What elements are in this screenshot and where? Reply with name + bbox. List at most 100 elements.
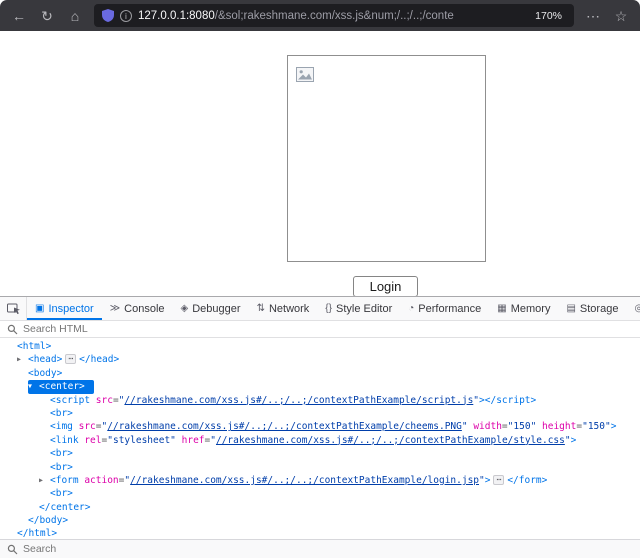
markup-line[interactable]: ▶<head>⋯</head> bbox=[0, 353, 640, 366]
bookmark-star-icon[interactable]: ☆ bbox=[608, 4, 634, 28]
collapsed-content-badge[interactable]: ⋯ bbox=[65, 354, 76, 364]
markup-search-bar[interactable]: Search HTML bbox=[0, 321, 640, 338]
collapsed-content-badge[interactable]: ⋯ bbox=[493, 475, 504, 485]
broken-image-box bbox=[287, 55, 486, 262]
markup-token-link[interactable]: //rakeshmane.com/xss.js#/..;/..;/context… bbox=[216, 435, 565, 446]
markup-token-tag: </script> bbox=[485, 395, 536, 406]
zoom-level-badge[interactable]: 170% bbox=[531, 9, 566, 23]
browser-window: ← ↻ ⌂ i 127.0.0.1:8080/&sol;rakeshmane.c… bbox=[0, 0, 640, 558]
twisty-expanded-icon[interactable]: ▼ bbox=[28, 380, 39, 393]
tab-accessibility[interactable]: ◎Accessibility bbox=[626, 297, 640, 320]
home-icon[interactable]: ⌂ bbox=[62, 4, 88, 28]
url-domain: 127.0.0.1:8080 bbox=[138, 10, 215, 22]
node-picker-icon[interactable] bbox=[0, 297, 27, 320]
site-info-icon[interactable]: i bbox=[120, 10, 132, 22]
markup-token-tag: <form bbox=[50, 475, 79, 486]
markup-line[interactable]: <img src="//rakeshmane.com/xss.js#/..;/.… bbox=[0, 420, 640, 433]
markup-token-link[interactable]: //rakeshmane.com/xss.js#/..;/..;/context… bbox=[130, 475, 479, 486]
markup-token-attr: rel bbox=[79, 435, 102, 446]
tab-label: Network bbox=[269, 303, 309, 315]
markup-view: <html>▶<head>⋯</head><body>▼<center><scr… bbox=[0, 338, 640, 539]
tab-label: Inspector bbox=[48, 303, 93, 315]
back-icon[interactable]: ← bbox=[6, 4, 32, 28]
tracking-protection-shield-icon[interactable] bbox=[102, 9, 114, 22]
twisty-collapsed-icon[interactable]: ▶ bbox=[17, 353, 28, 366]
markup-line[interactable]: <script src="//rakeshmane.com/xss.js#/..… bbox=[0, 394, 640, 407]
markup-token-tag: </form> bbox=[507, 475, 547, 486]
tab-storage[interactable]: ▤ Storage bbox=[558, 297, 626, 320]
tab-label: Style Editor bbox=[336, 303, 392, 315]
markup-token-tag: <br> bbox=[50, 488, 73, 499]
url-text[interactable]: 127.0.0.1:8080/&sol;rakeshmane.com/xss.j… bbox=[138, 10, 525, 22]
search-html-placeholder: Search HTML bbox=[23, 323, 88, 335]
markup-token-link[interactable]: //rakeshmane.com/xss.js#/..;/..;/context… bbox=[107, 421, 462, 432]
network-icon: ⇅ bbox=[257, 303, 265, 314]
tab-performance[interactable]: ◔ Performance bbox=[400, 297, 489, 320]
markup-line[interactable]: <br> bbox=[0, 407, 640, 420]
markup-token-tag: <script bbox=[50, 395, 90, 406]
bottom-search-label: Search bbox=[23, 543, 56, 555]
debugger-icon: ◈ bbox=[181, 303, 189, 314]
tab-console[interactable]: ≫Console bbox=[102, 297, 173, 320]
markup-token-tag: <br> bbox=[50, 448, 73, 459]
markup-line[interactable]: <br> bbox=[0, 447, 640, 460]
tab-label: Memory bbox=[511, 303, 551, 315]
markup-line[interactable]: </html> bbox=[0, 527, 640, 539]
tab-memory[interactable]: ▦ Memory bbox=[489, 297, 558, 320]
memory-icon: ▦ bbox=[497, 303, 506, 314]
markup-line[interactable]: </center> bbox=[0, 501, 640, 514]
devtools-tabbar-tabs: ▣Inspector≫Console◈Debugger⇅Network{}Sty… bbox=[27, 297, 640, 320]
markup-token-tag: <body> bbox=[28, 368, 62, 379]
markup-token-link[interactable]: //rakeshmane.com/xss.js#/..;/..;/context… bbox=[124, 395, 473, 406]
devtools-bottom-search-bar[interactable]: Search bbox=[0, 539, 640, 558]
browser-toolbar: ← ↻ ⌂ i 127.0.0.1:8080/&sol;rakeshmane.c… bbox=[0, 0, 640, 31]
overflow-menu-icon[interactable]: ⋯ bbox=[580, 4, 606, 28]
tab-label: Storage bbox=[580, 303, 619, 315]
markup-line[interactable]: <link rel="stylesheet" href="//rakeshman… bbox=[0, 434, 640, 447]
markup-token-tag: </body> bbox=[28, 515, 68, 526]
inspector-icon: ▣ bbox=[35, 303, 44, 314]
broken-image-icon bbox=[296, 67, 314, 87]
tab-debugger[interactable]: ◈Debugger bbox=[173, 297, 249, 320]
tab-label: Console bbox=[124, 303, 164, 315]
markup-token-attr: src bbox=[90, 395, 113, 406]
search-icon bbox=[7, 544, 18, 555]
tab-inspector[interactable]: ▣ Inspector bbox=[27, 297, 102, 320]
markup-line[interactable]: <html> bbox=[0, 340, 640, 353]
markup-token-attr: href bbox=[176, 435, 205, 446]
url-path: /&sol;rakeshmane.com/xss.js&num;/..;/..;… bbox=[215, 10, 454, 22]
markup-token-attr: src bbox=[73, 421, 96, 432]
reload-icon[interactable]: ↻ bbox=[34, 4, 60, 28]
page-content: Login bbox=[0, 31, 640, 296]
markup-line[interactable]: ▶<form action="//rakeshmane.com/xss.js#/… bbox=[0, 474, 640, 487]
tab-label: Debugger bbox=[192, 303, 240, 315]
performance-icon: ◔ bbox=[408, 303, 414, 314]
markup-token-attr: height bbox=[536, 421, 576, 432]
markup-token-tag: <html> bbox=[17, 341, 51, 352]
storage-icon: ▤ bbox=[566, 303, 575, 314]
markup-token-tag: <br> bbox=[50, 408, 73, 419]
markup-token-tag: > bbox=[485, 475, 491, 486]
login-button[interactable]: Login bbox=[353, 276, 418, 297]
markup-line[interactable]: </body> bbox=[0, 514, 640, 527]
url-bar[interactable]: i 127.0.0.1:8080/&sol;rakeshmane.com/xss… bbox=[94, 4, 574, 27]
tab-network[interactable]: ⇅ Network bbox=[249, 297, 318, 320]
markup-token-tag: <br> bbox=[50, 462, 73, 473]
markup-line[interactable]: <br> bbox=[0, 487, 640, 500]
markup-token-tag: > bbox=[611, 421, 617, 432]
style-editor-icon: {} bbox=[325, 303, 332, 314]
twisty-collapsed-icon[interactable]: ▶ bbox=[39, 474, 50, 487]
tab-label: Performance bbox=[418, 303, 481, 315]
markup-token-tag: </html> bbox=[17, 528, 57, 539]
search-icon bbox=[7, 324, 18, 335]
tab-style-editor[interactable]: {} Style Editor bbox=[317, 297, 400, 320]
markup-line[interactable]: <body> bbox=[0, 367, 640, 380]
markup-line[interactable]: <br> bbox=[0, 461, 640, 474]
markup-token-tag: > bbox=[571, 435, 577, 446]
devtools-panel: ▣Inspector≫Console◈Debugger⇅Network{}Sty… bbox=[0, 296, 640, 558]
markup-token-val: stylesheet bbox=[113, 435, 170, 446]
markup-token-tag: <img bbox=[50, 421, 73, 432]
markup-token-attr: action bbox=[79, 475, 119, 486]
markup-line[interactable]: ▼<center> bbox=[0, 380, 640, 393]
markup-token-tag: <center> bbox=[39, 381, 85, 392]
